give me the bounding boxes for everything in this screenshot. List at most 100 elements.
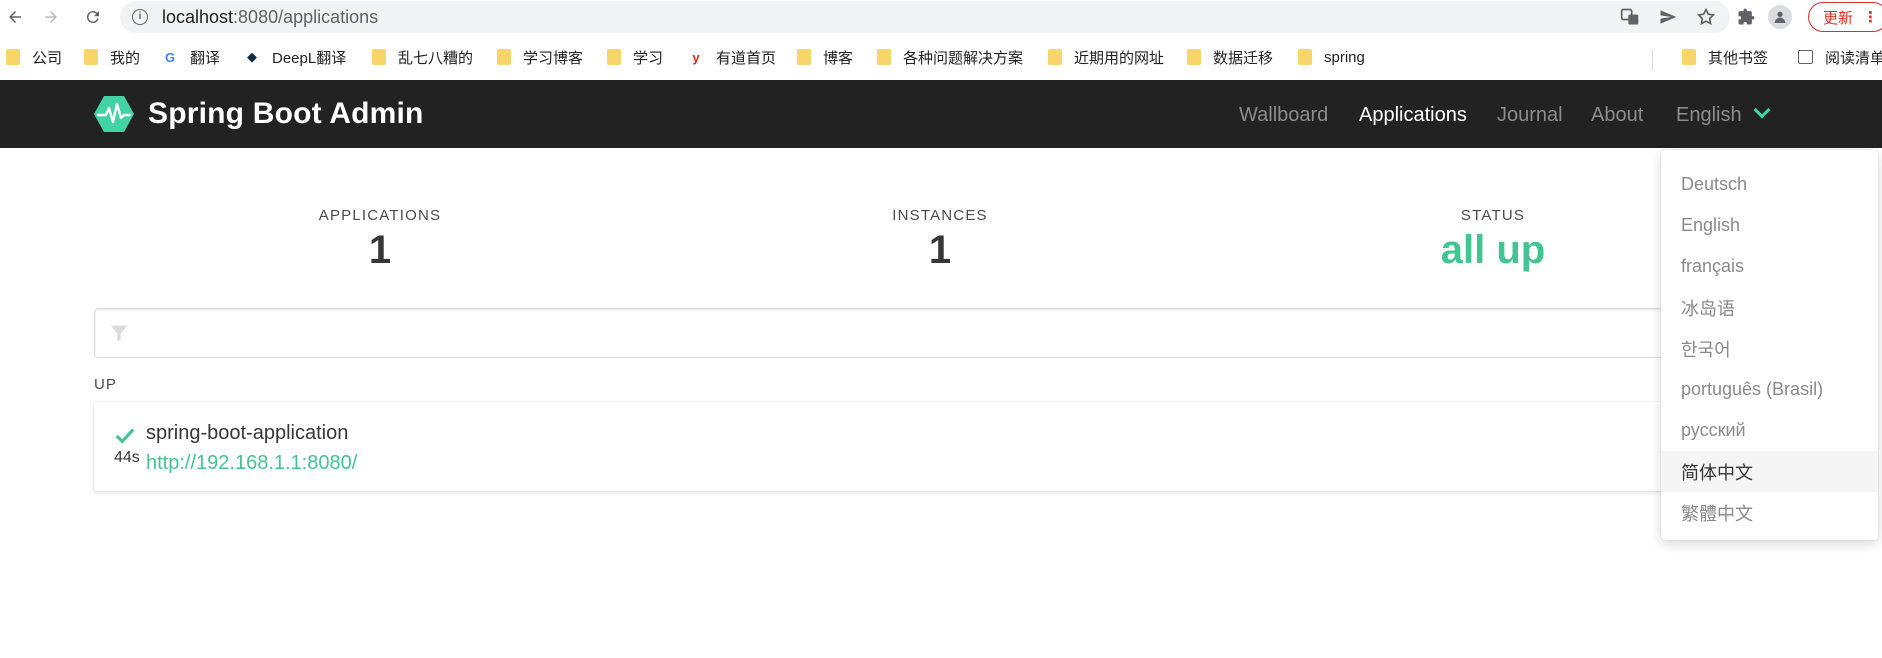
folder-icon (1048, 49, 1062, 65)
bookmark-label: 公司 (32, 49, 63, 67)
bookmark-item[interactable]: ◆ DeepL翻译 (244, 42, 346, 72)
url-path: :8080/applications (233, 6, 379, 27)
bookmarks-bar: 公司 我的 G 翻译 ◆ DeepL翻译 乱七八糟的 学习博客 学习 y 有道首页 博… (0, 40, 1882, 74)
browser-toolbar: i localhost:8080/applications 更新 ⋮ (0, 0, 1882, 34)
folder-icon (1187, 49, 1201, 65)
stat-label: INSTANCES (892, 207, 988, 224)
uptime: 44s (114, 449, 140, 466)
profile-avatar[interactable] (1768, 5, 1792, 29)
url-text: localhost:8080/applications (162, 7, 378, 28)
bookmark-item[interactable]: 学习 (607, 42, 663, 72)
update-label: 更新 (1823, 9, 1854, 27)
back-button[interactable] (0, 2, 30, 32)
language-option[interactable]: 冰岛语 (1661, 287, 1878, 328)
bookmark-label: 学习博客 (523, 49, 584, 67)
google-translate-icon: G (164, 49, 176, 65)
site-info-icon[interactable]: i (132, 9, 148, 25)
stat-applications: APPLICATIONS 1 (230, 207, 530, 273)
star-icon[interactable] (1696, 7, 1716, 27)
more-icon: ⋮ (1863, 9, 1879, 26)
nav-wallboard[interactable]: Wallboard (1239, 104, 1328, 127)
arrow-right-icon (45, 11, 57, 23)
language-option-hovered[interactable]: 简体中文 (1661, 451, 1878, 492)
reload-button[interactable] (78, 2, 108, 32)
nav-journal[interactable]: Journal (1497, 104, 1563, 127)
group-title-up: UP (94, 376, 117, 393)
bookmark-label: 阅读清单 (1825, 49, 1882, 67)
bookmark-item[interactable]: spring (1298, 42, 1365, 72)
language-option[interactable]: português (Brasil) (1661, 369, 1878, 410)
stat-value: 1 (928, 228, 952, 272)
translate-icon[interactable] (1620, 7, 1640, 27)
bookmark-label: 学习 (633, 49, 664, 67)
bookmark-item[interactable]: y 有道首页 (688, 42, 776, 72)
folder-icon (877, 49, 891, 65)
filter-input[interactable] (94, 308, 1824, 358)
bookmark-label: 翻译 (190, 49, 221, 67)
filter-icon (110, 325, 128, 342)
bookmark-label: 近期用的网址 (1074, 49, 1165, 67)
heartbeat-logo-icon (94, 96, 134, 132)
language-option[interactable]: русский (1661, 410, 1878, 451)
language-option[interactable]: English (1661, 205, 1878, 246)
nav-applications[interactable]: Applications (1359, 104, 1467, 127)
bookmark-label: 博客 (823, 49, 854, 67)
bookmark-label: 我的 (110, 49, 141, 67)
bookmark-item[interactable]: 数据迁移 (1187, 42, 1273, 72)
bookmark-label: spring (1324, 48, 1365, 66)
stat-label: STATUS (1460, 207, 1526, 224)
language-selector[interactable]: English (1676, 101, 1771, 127)
language-option[interactable]: Deutsch (1661, 164, 1878, 205)
send-tab-icon[interactable] (1658, 7, 1678, 27)
forward-button[interactable] (36, 2, 66, 32)
application-card[interactable]: 44s spring-boot-application http://192.1… (94, 402, 1824, 491)
bookmark-label: 乱七八糟的 (398, 49, 474, 67)
bookmark-item[interactable]: 学习博客 (497, 42, 583, 72)
bookmark-item[interactable]: 乱七八糟的 (372, 42, 473, 72)
nav-about[interactable]: About (1591, 104, 1643, 127)
bookmark-label: 各种问题解决方案 (903, 49, 1024, 67)
stat-value: all up (1440, 228, 1546, 272)
deepl-icon: ◆ (247, 49, 257, 64)
bookmark-item[interactable]: 近期用的网址 (1048, 42, 1164, 72)
bookmark-item[interactable]: 博客 (797, 42, 853, 72)
bookmark-label: DeepL翻译 (272, 49, 347, 67)
url-host: localhost (162, 6, 234, 27)
application-name: spring-boot-application (146, 422, 349, 444)
bookmark-item[interactable]: 其他书签 (1682, 42, 1768, 72)
stat-value: 1 (368, 228, 392, 272)
reading-list[interactable]: 阅读清单 (1798, 42, 1882, 72)
language-option[interactable]: français (1661, 246, 1878, 287)
language-option[interactable]: 한국어 (1661, 328, 1878, 369)
folder-icon (1298, 49, 1312, 65)
address-bar[interactable]: i localhost:8080/applications (120, 1, 1730, 33)
folder-icon (797, 49, 811, 65)
bookmark-item[interactable]: 公司 (6, 42, 62, 72)
extensions-icon[interactable] (1736, 7, 1756, 27)
bookmark-label: 有道首页 (716, 49, 777, 67)
language-dropdown: Deutsch English français 冰岛语 한국어 portugu… (1661, 150, 1878, 540)
language-selector-label: English (1676, 104, 1742, 126)
bookmark-item[interactable]: 我的 (84, 42, 140, 72)
bookmark-item[interactable]: G 翻译 (162, 42, 220, 72)
bookmark-label: 数据迁移 (1213, 49, 1274, 67)
person-icon (1774, 11, 1786, 23)
bookmark-item[interactable]: 各种问题解决方案 (877, 42, 1023, 72)
application-url-link[interactable]: http://192.168.1.1:8080/ (146, 452, 357, 475)
language-option[interactable]: 繁體中文 (1661, 492, 1878, 533)
chevron-down-icon (1753, 101, 1771, 119)
brand-title: Spring Boot Admin (148, 97, 424, 130)
update-button[interactable]: 更新 ⋮ (1808, 2, 1882, 32)
stat-label: APPLICATIONS (318, 207, 442, 224)
app-navbar: Spring Boot Admin Wallboard Applications… (0, 80, 1882, 148)
youdao-icon: y (692, 49, 700, 65)
check-icon (115, 428, 135, 444)
bookmarks-divider (1652, 50, 1653, 70)
folder-icon (84, 49, 98, 65)
folder-icon (607, 49, 621, 65)
stat-status: STATUS all up (1343, 207, 1643, 273)
reload-icon (86, 11, 99, 24)
reading-list-icon (1798, 50, 1813, 64)
brand-link[interactable]: Spring Boot Admin (94, 96, 424, 132)
folder-icon (6, 49, 20, 65)
